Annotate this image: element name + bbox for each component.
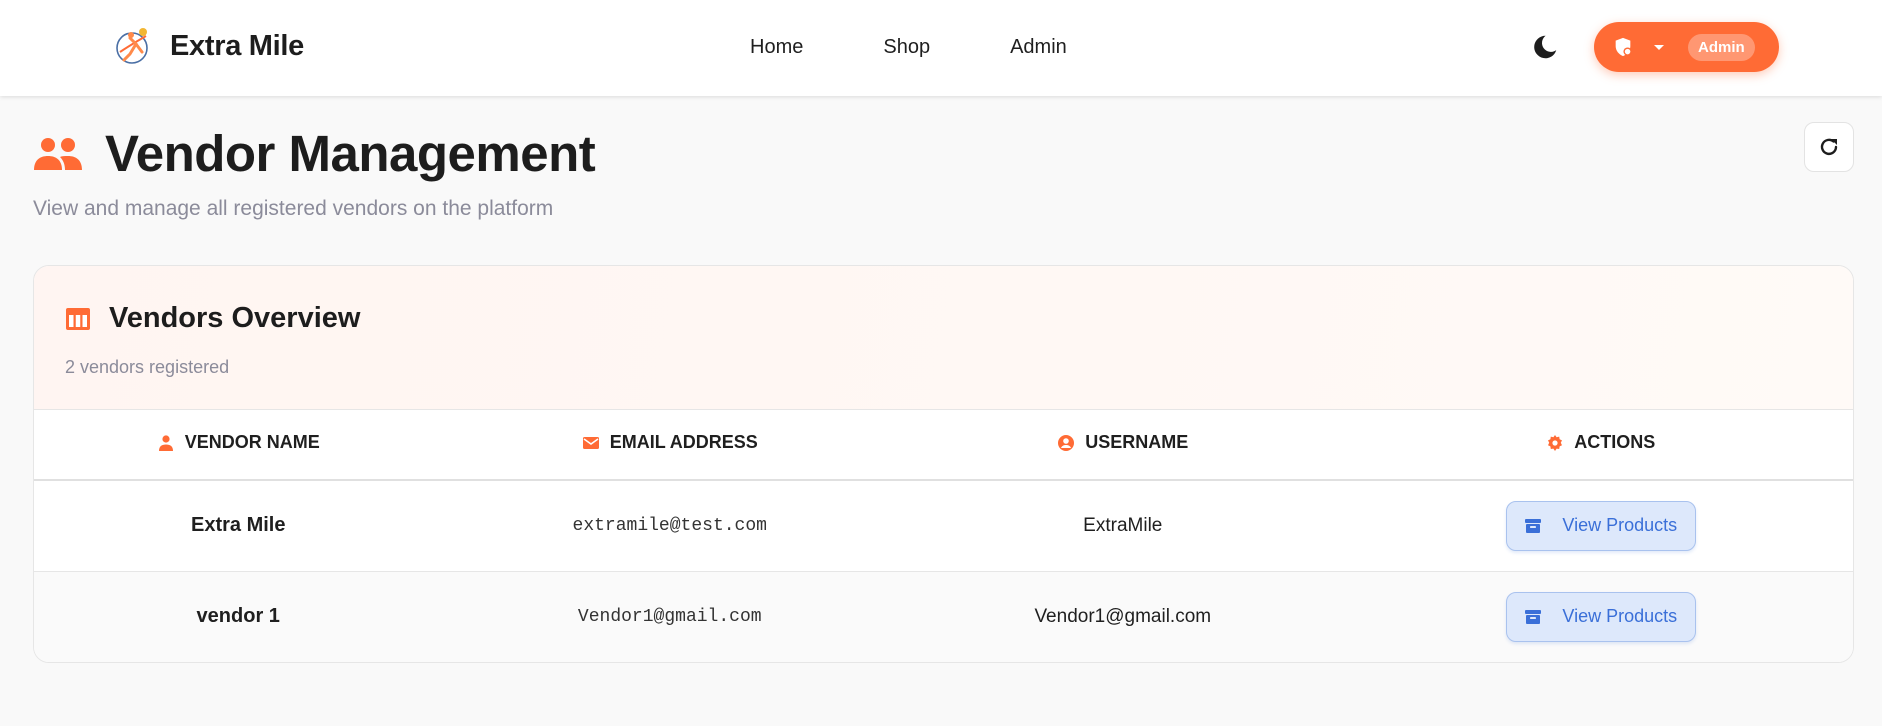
vendor-name: vendor 1 [196,605,280,628]
caret-down-icon [1654,45,1664,50]
vendor-count: 2 vendors registered [65,357,230,377]
vendor-username: Vendor1@gmail.com [1034,605,1212,627]
table-icon [66,307,90,330]
vendors-card: Vendors Overview 2 vendors registered VE… [33,265,1854,663]
person-icon [158,435,173,451]
brand-name: Extra Mile [170,29,304,62]
vendor-email: extramile@test.com [442,480,898,572]
nav-home[interactable]: Home [750,36,803,59]
page-header: Vendor Management [33,124,596,183]
user-menu-button[interactable]: Admin [1594,22,1779,72]
col-email: EMAIL ADDRESS [442,410,898,481]
gear-icon [1548,434,1563,451]
vendor-username: ExtraMile [897,480,1349,572]
top-navbar: Extra Mile Home Shop Admin Admin [0,0,1882,96]
vendor-name: Extra Mile [34,480,443,572]
role-badge: Admin [1688,33,1755,61]
view-products-button[interactable]: View Products [1505,591,1696,642]
refresh-icon [1820,138,1838,156]
actions-cell: View Products [1349,571,1853,662]
people-icon [34,137,82,170]
account-circle-icon [1058,434,1075,451]
col-vendor-name: VENDOR NAME [34,410,443,481]
nav-shop[interactable]: Shop [883,36,930,59]
col-actions: ACTIONS [1348,410,1853,481]
vendors-table: VENDOR NAME EMAIL ADDRESS USERNAME ACTIO… [34,410,1853,662]
actions-cell: View Products [1348,480,1853,572]
main-nav: Home Shop Admin [750,36,1067,59]
table-header-row: VENDOR NAME EMAIL ADDRESS USERNAME ACTIO… [34,410,1853,481]
card-title: Vendors Overview [109,302,361,334]
archive-icon [1525,609,1542,624]
table-row: Extra Mile extramile@test.com ExtraMile … [34,480,1853,572]
page-title: Vendor Management [105,125,596,182]
mail-icon [582,436,599,449]
logo-icon [116,28,148,64]
card-header: Vendors Overview 2 vendors registered [34,266,1853,410]
col-username: USERNAME [897,410,1349,481]
table-row: vendor 1 Vendor1@gmail.com Vendor1@gmail… [34,571,1853,662]
shield-icon [1615,37,1632,57]
brand[interactable]: Extra Mile [112,24,304,68]
archive-icon [1525,518,1542,533]
nav-admin[interactable]: Admin [1010,36,1067,59]
moon-icon[interactable] [1530,32,1560,62]
page-subtitle: View and manage all registered vendors o… [33,197,554,220]
view-products-button[interactable]: View Products [1505,500,1696,551]
refresh-button[interactable] [1804,122,1854,172]
vendor-email: Vendor1@gmail.com [577,606,762,627]
